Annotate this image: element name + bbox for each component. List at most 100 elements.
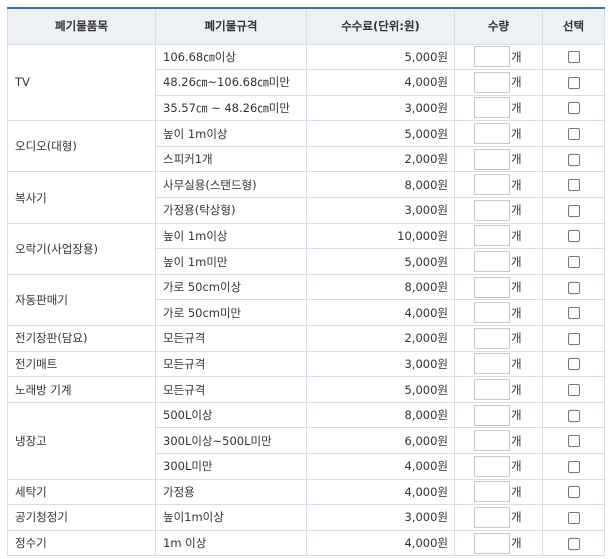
fee-cell: 2,000원 — [306, 325, 455, 352]
quantity-input[interactable] — [474, 174, 510, 196]
quantity-input[interactable] — [474, 123, 510, 145]
qty-cell: 개 — [454, 94, 543, 122]
item-name-cell: 자동판매기 — [7, 273, 156, 327]
select-checkbox[interactable] — [567, 256, 580, 269]
quantity-input[interactable] — [474, 97, 510, 119]
unit-label: 개 — [511, 331, 522, 346]
qty-cell: 개 — [454, 222, 543, 250]
select-checkbox[interactable] — [567, 460, 580, 473]
spec-cell: 가로 50cm미만 — [155, 299, 307, 327]
qty-cell: 개 — [454, 478, 543, 506]
item-name-cell: 오락기(사업장용) — [7, 222, 156, 275]
fee-cell: 4,000원 — [306, 529, 455, 557]
select-cell — [542, 171, 605, 199]
spec-cell: 높이 1m이상 — [155, 120, 307, 147]
qty-cell: 개 — [454, 350, 543, 378]
select-checkbox[interactable] — [567, 307, 580, 320]
item-name-cell: 세탁기 — [7, 478, 156, 506]
unit-label: 개 — [511, 228, 522, 243]
spec-cell: 사무실용(스탠드형) — [155, 171, 307, 199]
item-name-cell: 오디오(대형) — [7, 120, 156, 173]
header-select: 선택 — [542, 7, 605, 45]
unit-label: 개 — [511, 75, 522, 90]
unit-label: 개 — [511, 510, 522, 525]
select-cell — [542, 504, 605, 531]
header-qty: 수량 — [454, 7, 543, 45]
spec-cell: 300L이상~500L미만 — [155, 427, 307, 454]
quantity-input[interactable] — [474, 353, 510, 375]
select-checkbox[interactable] — [567, 511, 580, 524]
quantity-input[interactable] — [474, 481, 510, 503]
quantity-input[interactable] — [474, 379, 510, 401]
table-body: TV 106.68㎝이상 5,000원 개 48.26㎝~106.68㎝미만 4,000원… — [7, 43, 605, 557]
quantity-input[interactable] — [474, 455, 510, 477]
qty-cell: 개 — [454, 325, 543, 352]
qty-cell: 개 — [454, 453, 543, 480]
select-checkbox[interactable] — [567, 281, 580, 294]
select-checkbox[interactable] — [567, 204, 580, 217]
quantity-input[interactable] — [474, 71, 510, 93]
quantity-input[interactable] — [474, 302, 510, 324]
table-row: TV 106.68㎝이상 5,000원 개 — [7, 43, 605, 122]
qty-cell: 개 — [454, 529, 543, 557]
spec-cell: 스피커1개 — [155, 145, 307, 173]
fee-cell: 3,000원 — [306, 504, 455, 531]
header-fee: 수수료(단위:원) — [306, 7, 455, 45]
quantity-input[interactable] — [474, 225, 510, 247]
select-checkbox[interactable] — [567, 358, 580, 371]
quantity-input[interactable] — [474, 276, 510, 298]
qty-cell: 개 — [454, 197, 543, 224]
spec-cell: 가정용 — [155, 478, 307, 506]
spec-cell: 높이1m이상 — [155, 504, 307, 531]
quantity-input[interactable] — [474, 532, 510, 554]
quantity-input[interactable] — [474, 404, 510, 426]
quantity-input[interactable] — [474, 46, 510, 68]
quantity-input[interactable] — [474, 199, 510, 221]
qty-cell: 개 — [454, 69, 543, 96]
select-checkbox[interactable] — [567, 51, 580, 64]
qty-cell: 개 — [454, 145, 543, 173]
select-checkbox[interactable] — [567, 537, 580, 550]
quantity-input[interactable] — [474, 506, 510, 528]
select-checkbox[interactable] — [567, 76, 580, 89]
spec-cell: 높이 1m이상 — [155, 222, 307, 250]
select-checkbox[interactable] — [567, 128, 580, 141]
unit-label: 개 — [511, 126, 522, 141]
item-name-cell: 냉장고 — [7, 401, 156, 480]
select-checkbox[interactable] — [567, 332, 580, 345]
fee-cell: 8,000원 — [306, 273, 455, 301]
quantity-input[interactable] — [474, 430, 510, 452]
qty-cell: 개 — [454, 273, 543, 301]
table-row: 자동판매기 가로 50cm이상 8,000원 개 — [7, 273, 605, 327]
spec-cell: 가로 50cm이상 — [155, 273, 307, 301]
select-cell — [542, 273, 605, 301]
fee-cell: 3,000원 — [306, 197, 455, 224]
quantity-input[interactable] — [474, 251, 510, 273]
select-cell — [542, 427, 605, 454]
select-cell — [542, 248, 605, 275]
fee-cell: 4,000원 — [306, 478, 455, 506]
spec-cell: 35.57㎝ ~ 48.26㎝미만 — [155, 94, 307, 122]
fee-cell: 4,000원 — [306, 453, 455, 480]
table-header-row: 폐기물품목 폐기물규격 수수료(단위:원) 수량 선택 — [7, 7, 605, 45]
unit-label: 개 — [511, 484, 522, 499]
table-row: 냉장고 500L이상 8,000원 개 — [7, 401, 605, 480]
select-checkbox[interactable] — [567, 409, 580, 422]
select-checkbox[interactable] — [567, 435, 580, 448]
select-checkbox[interactable] — [567, 230, 580, 243]
fee-cell: 5,000원 — [306, 120, 455, 147]
unit-label: 개 — [511, 305, 522, 320]
spec-cell: 106.68㎝이상 — [155, 43, 307, 71]
select-cell — [542, 43, 605, 71]
qty-cell: 개 — [454, 427, 543, 454]
select-checkbox[interactable] — [567, 384, 580, 397]
select-checkbox[interactable] — [567, 179, 580, 192]
select-cell — [542, 145, 605, 173]
fee-cell: 5,000원 — [306, 248, 455, 275]
quantity-input[interactable] — [474, 148, 510, 170]
select-checkbox[interactable] — [567, 486, 580, 499]
spec-cell: 500L이상 — [155, 401, 307, 429]
select-checkbox[interactable] — [567, 153, 580, 166]
select-checkbox[interactable] — [567, 102, 580, 115]
quantity-input[interactable] — [474, 327, 510, 349]
